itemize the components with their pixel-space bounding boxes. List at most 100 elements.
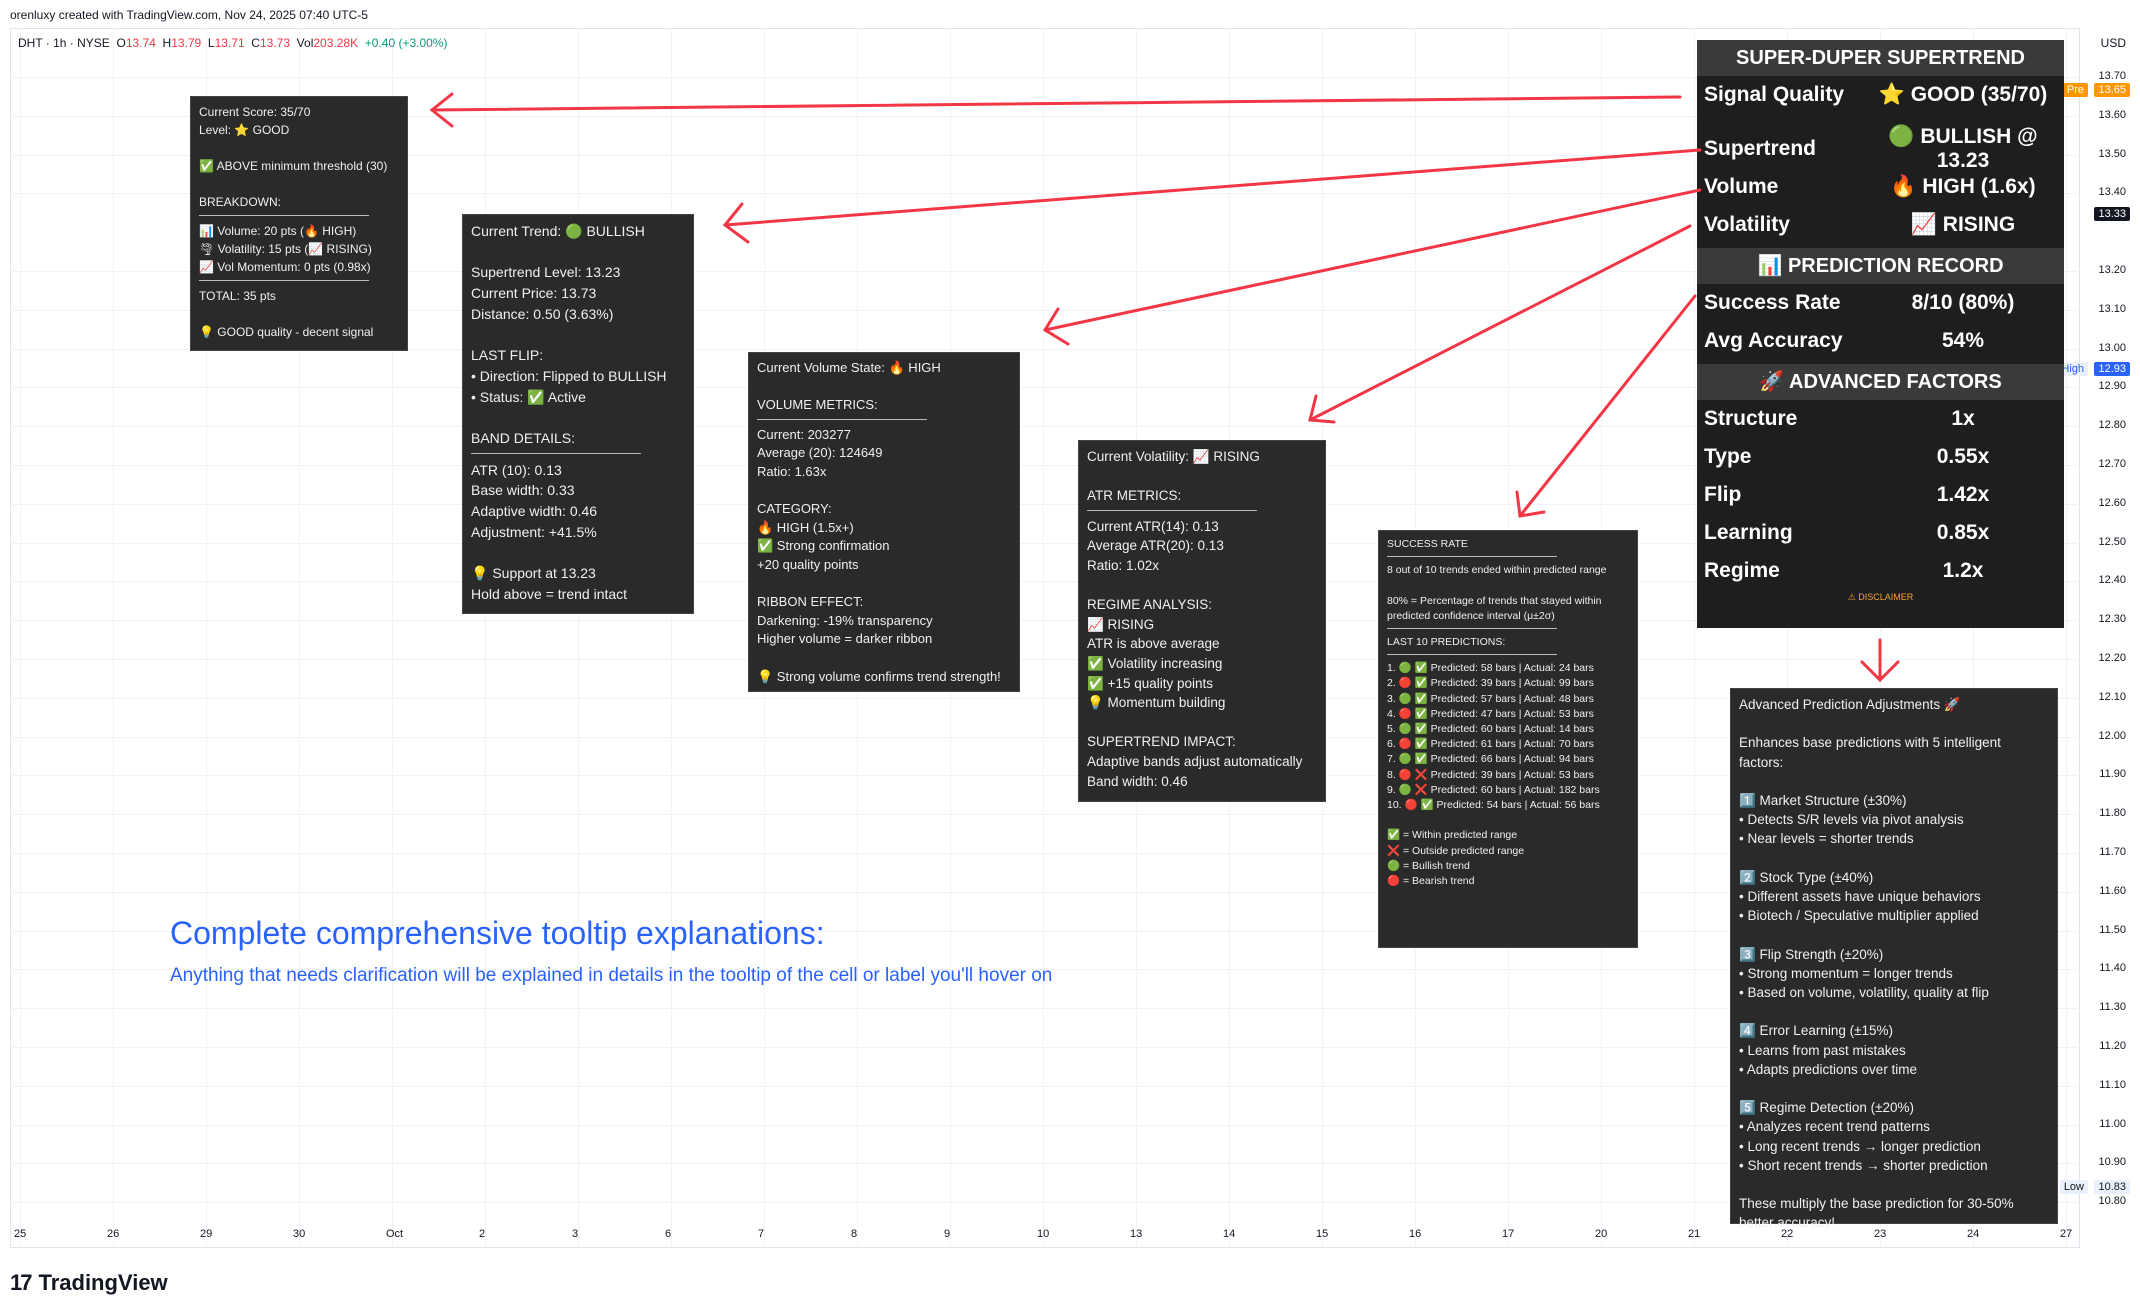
price-axis-tick: 11.10 (2099, 1078, 2126, 1091)
vertical-gridline (671, 28, 672, 1248)
volume-label: Vol (296, 36, 314, 50)
score-tooltip: Current Score: 35/70 Level: ⭐ GOOD ✅ ABOV… (190, 96, 408, 351)
tooltip-line: Supertrend Level: 13.23 (471, 264, 621, 281)
tooltip-line (471, 543, 685, 564)
price-axis-tick: 12.10 (2098, 690, 2126, 703)
price-axis-tick: 11.00 (2099, 1117, 2126, 1130)
tooltip-separator (757, 418, 927, 420)
tooltip-line: ATR is above average (1087, 636, 1220, 652)
disclaimer-link[interactable]: ⚠ DISCLAIMER (1697, 590, 2064, 604)
price-axis-tick: 11.80 (2099, 807, 2126, 820)
time-axis-tick: 10 (1037, 1228, 1050, 1240)
tooltip-line: 3️⃣ Flip Strength (±20%) (1739, 946, 1884, 962)
tooltip-line: Darkening: -19% transparency (757, 612, 933, 628)
tooltip-line: Hold above = trend intact (471, 585, 628, 602)
advanced-factors-header[interactable]: 🚀 ADVANCED FACTORS (1697, 364, 2064, 400)
tooltip-separator (199, 215, 369, 216)
tooltip-line: 🔥 HIGH (1.5x+) (757, 519, 854, 535)
volume-tooltip: Current Volume State: 🔥 HIGH VOLUME METR… (748, 352, 1020, 692)
tooltip-line (1739, 1002, 2049, 1021)
tooltip-line: RIBBON EFFECT: (757, 594, 864, 610)
high-value: 13.79 (171, 36, 202, 50)
panel-row-structure[interactable]: Structure 1x (1697, 400, 2064, 438)
tooltip-line: • Strong momentum = longer trends (1739, 965, 1953, 981)
caption-title: Complete comprehensive tooltip explanati… (170, 915, 825, 951)
low-tag-label: Low (2059, 1180, 2088, 1194)
tooltip-separator (1387, 654, 1557, 656)
tooltip-line (199, 139, 399, 157)
time-axis-tick: 2 (479, 1228, 486, 1240)
tooltip-line: 📈 RISING (1087, 616, 1155, 632)
tooltip-line (471, 242, 685, 263)
pre-market-tag-label: Pre (2062, 83, 2088, 97)
tooltip-line: • Based on volume, volatility, quality a… (1739, 985, 1989, 1001)
panel-row-flip[interactable]: Flip 1.42x (1697, 476, 2064, 514)
panel-row-success-rate[interactable]: Success Rate 8/10 (80%) (1697, 284, 2064, 322)
panel-row-regime[interactable]: Regime 1.2x (1697, 552, 2064, 590)
caption-subtitle: Anything that needs clarification will b… (170, 965, 1053, 986)
tooltip-separator (1087, 509, 1257, 511)
tooltip-line: Base width: 0.33 (471, 482, 575, 499)
time-axis-tick: 20 (1595, 1228, 1608, 1240)
tooltip-line: Higher volume = darker ribbon (757, 631, 933, 647)
price-axis-tick: 12.30 (2098, 613, 2126, 626)
tooltip-line: Ratio: 1.02x (1087, 557, 1160, 573)
tooltip-line: Band width: 0.46 (1087, 773, 1188, 789)
panel-row-learning[interactable]: Learning 0.85x (1697, 514, 2064, 552)
tooltip-line: 4️⃣ Error Learning (±15%) (1739, 1023, 1894, 1039)
tooltip-line: Adaptive width: 0.46 (471, 503, 598, 520)
panel-row-type[interactable]: Type 0.55x (1697, 438, 2064, 476)
price-axis-tick: 13.50 (2098, 147, 2126, 160)
tooltip-line: 📊 Volume: 20 pts (🔥 HIGH) (199, 224, 357, 238)
tooltip-line: • Analyzes recent trend patterns (1739, 1119, 1930, 1135)
panel-title: SUPER-DUPER SUPERTREND (1697, 40, 2064, 76)
tooltip-line: Current Volume State: 🔥 HIGH (757, 360, 941, 375)
currency-label[interactable]: USD (2101, 36, 2126, 50)
price-axis-tick: 11.90 (2099, 768, 2126, 781)
time-axis-tick: 25 (14, 1228, 27, 1240)
volume-value: 203.28K (313, 36, 359, 50)
tooltip-line: Adjustment: +41.5% (471, 523, 597, 540)
tooltip-line (1739, 714, 2049, 733)
tooltip-line (1739, 1079, 2049, 1098)
time-axis-tick: 14 (1223, 1228, 1236, 1240)
tradingview-mark-icon: 17 (10, 1270, 33, 1295)
time-axis-tick: 3 (572, 1228, 579, 1240)
tooltip-line: 🔴 = Bearish trend (1387, 875, 1475, 888)
tooltip-line: TOTAL: 35 pts (199, 289, 276, 303)
horizontal-gridline (10, 659, 2080, 660)
close-label: C (251, 36, 260, 50)
tooltip-line: Average ATR(20): 0.13 (1087, 538, 1224, 554)
tooltip-line: Current Price: 13.73 (471, 285, 597, 302)
price-axis-tick: 12.60 (2098, 496, 2126, 509)
tooltip-line: • Different assets have unique behaviors (1739, 889, 1981, 905)
symbol-name[interactable]: DHT · 1h · NYSE (18, 36, 110, 50)
panel-row-supertrend[interactable]: Supertrend 🟢 BULLISH @ 13.23 (1697, 125, 2064, 172)
tooltip-line: Ratio: 1.63x (757, 463, 827, 479)
price-axis-tick: 12.50 (2098, 535, 2126, 548)
price-axis-tick: 11.30 (2099, 1001, 2126, 1014)
tooltip-line: • Direction: Flipped to BULLISH (471, 367, 667, 384)
price-axis-tick: 13.10 (2098, 302, 2126, 315)
tooltip-line (757, 482, 1011, 501)
tooltip-line: 6. 🔴 ✅ Predicted: 61 bars | Actual: 70 b… (1387, 738, 1594, 751)
time-axis-tick: 6 (665, 1228, 672, 1240)
price-axis-tick: 12.70 (2098, 458, 2126, 470)
prediction-record-header: 📊 PREDICTION RECORD (1697, 248, 2064, 284)
tradingview-logo[interactable]: 17 TradingView (10, 1270, 168, 1296)
panel-row-signal-quality[interactable]: Signal Quality ⭐ GOOD (35/70) (1697, 76, 2064, 114)
tooltip-separator (1387, 556, 1557, 558)
vertical-gridline (2066, 28, 2067, 1248)
high-price-tag: 12.93 (2094, 362, 2130, 376)
panel-row-volatility[interactable]: Volatility 📈 RISING (1697, 206, 2064, 244)
advanced-adjustments-tooltip: Advanced Prediction Adjustments 🚀 Enhanc… (1730, 688, 2058, 1230)
price-axis-tick: 11.70 (2099, 846, 2126, 858)
vertical-gridline (485, 28, 486, 1248)
close-value: 13.73 (259, 36, 290, 50)
panel-row-volume[interactable]: Volume 🔥 HIGH (1.6x) (1697, 168, 2064, 206)
vertical-gridline (578, 28, 579, 1248)
panel-row-avg-accuracy[interactable]: Avg Accuracy 54% (1697, 322, 2064, 360)
tooltip-line: Current: 203277 (757, 426, 851, 442)
price-axis-tick: 10.80 (2098, 1195, 2126, 1208)
price-axis-tick: 11.50 (2099, 923, 2126, 936)
